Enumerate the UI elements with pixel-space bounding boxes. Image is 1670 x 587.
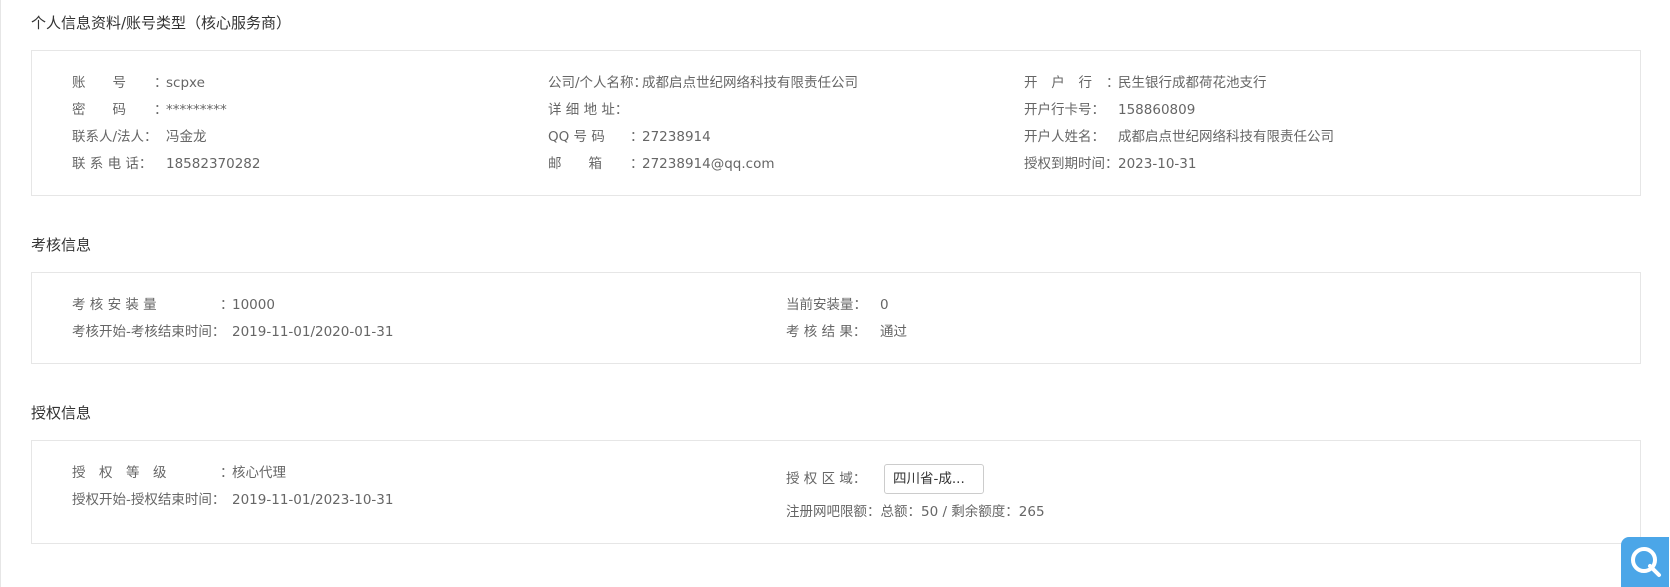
account-colon: ： — [154, 75, 168, 91]
card-value: 158860809 — [1118, 102, 1196, 118]
quota-label: 注册网吧限额： — [786, 504, 881, 520]
contact-row: 联系人/法人： 冯金龙 — [72, 128, 207, 146]
password-value: ********* — [166, 102, 227, 118]
account-row: 账 号 ： scpxe — [72, 74, 205, 92]
assessment-period-value: 2019-11-01/2020-01-31 — [232, 324, 394, 340]
install-target-row: 考 核 安 装 量 ： 10000 — [72, 296, 275, 314]
qq-value: 27238914 — [642, 129, 711, 145]
assessment-result-value: 通过 — [880, 324, 907, 340]
current-install-value: 0 — [880, 297, 889, 313]
auth-level-value: 核心代理 — [232, 465, 286, 481]
password-row: 密 码 ： ********* — [72, 101, 227, 119]
bank-value: 民生银行成都荷花池支行 — [1118, 75, 1267, 91]
current-install-label: 当前安装量： — [786, 297, 867, 313]
auth-period-value: 2019-11-01/2023-10-31 — [232, 492, 394, 508]
quota-row: 注册网吧限额： 总额：50 / 剩余额度：265 — [786, 503, 1045, 521]
company-value: 成都启点世纪网络科技有限责任公司 — [642, 75, 858, 91]
auth-period-label: 授权开始-授权结束时间： — [72, 492, 226, 508]
auth-level-colon: ： — [220, 465, 234, 481]
auth-level-label: 授 权 等 级 — [72, 465, 167, 481]
auth-region-row: 授 权 区 域： 四川省-成... — [786, 463, 984, 494]
page: 个人信息资料/账号类型（核心服务商） 账 号 ： scpxe 密 码 ： ***… — [0, 0, 1670, 587]
assessment-title: 考核信息 — [31, 236, 92, 254]
qq-row: QQ 号 码 ： 27238914 — [548, 128, 711, 146]
assessment-result-label: 考 核 结 果： — [786, 324, 867, 340]
expire-value: 2023-10-31 — [1118, 156, 1197, 172]
contact-value: 冯金龙 — [166, 129, 207, 145]
personal-info-box — [31, 50, 1641, 196]
authorization-title: 授权信息 — [31, 404, 92, 422]
assessment-period-row: 考核开始-考核结束时间： 2019-11-01/2020-01-31 — [72, 323, 393, 341]
assessment-result-row: 考 核 结 果： 通过 — [786, 323, 907, 341]
expire-row: 授权到期时间： 2023-10-31 — [1024, 155, 1196, 173]
phone-row: 联 系 电 话： 18582370282 — [72, 155, 260, 173]
auth-region-select[interactable]: 四川省-成... — [884, 463, 984, 494]
email-label: 邮 箱 — [548, 156, 602, 172]
company-row: 公司/个人名称： 成都启点世纪网络科技有限责任公司 — [548, 74, 858, 92]
holder-row: 开户人姓名： 成都启点世纪网络科技有限责任公司 — [1024, 128, 1334, 146]
email-colon: ： — [630, 156, 644, 172]
bank-colon: ： — [1106, 75, 1120, 91]
contact-label: 联系人/法人： — [72, 129, 158, 145]
assessment-period-label: 考核开始-考核结束时间： — [72, 324, 226, 340]
password-colon: ： — [154, 102, 168, 118]
holder-label: 开户人姓名： — [1024, 129, 1105, 145]
chat-button[interactable] — [1621, 537, 1669, 587]
chat-q-icon — [1631, 547, 1661, 577]
install-target-value: 10000 — [232, 297, 275, 313]
email-row: 邮 箱 ： 27238914@qq.com — [548, 155, 774, 173]
bank-row: 开 户 行 ： 民生银行成都荷花池支行 — [1024, 74, 1267, 92]
address-row: 详 细 地 址： — [548, 101, 642, 119]
card-label: 开户行卡号： — [1024, 102, 1105, 118]
install-target-label: 考 核 安 装 量 — [72, 297, 157, 313]
current-install-row: 当前安装量： 0 — [786, 296, 889, 314]
account-label: 账 号 — [72, 75, 126, 91]
expire-label: 授权到期时间： — [1024, 156, 1119, 172]
auth-period-row: 授权开始-授权结束时间： 2019-11-01/2023-10-31 — [72, 491, 393, 509]
phone-value: 18582370282 — [166, 156, 261, 172]
phone-label: 联 系 电 话： — [72, 156, 153, 172]
password-label: 密 码 — [72, 102, 126, 118]
bank-label: 开 户 行 — [1024, 75, 1097, 91]
personal-info-title: 个人信息资料/账号类型（核心服务商） — [31, 14, 292, 32]
company-label: 公司/个人名称： — [548, 75, 648, 91]
auth-region-label: 授 权 区 域： — [786, 470, 867, 487]
qq-colon: ： — [630, 129, 644, 145]
qq-label: QQ 号 码 — [548, 129, 605, 145]
quota-value: 总额：50 / 剩余额度：265 — [880, 504, 1045, 520]
install-target-colon: ： — [220, 297, 234, 313]
holder-value: 成都启点世纪网络科技有限责任公司 — [1118, 129, 1334, 145]
auth-level-row: 授 权 等 级 ： 核心代理 — [72, 464, 286, 482]
assessment-box — [31, 272, 1641, 364]
card-row: 开户行卡号： 158860809 — [1024, 101, 1195, 119]
email-value: 27238914@qq.com — [642, 156, 775, 172]
address-label: 详 细 地 址： — [548, 102, 629, 118]
account-value: scpxe — [166, 75, 205, 91]
